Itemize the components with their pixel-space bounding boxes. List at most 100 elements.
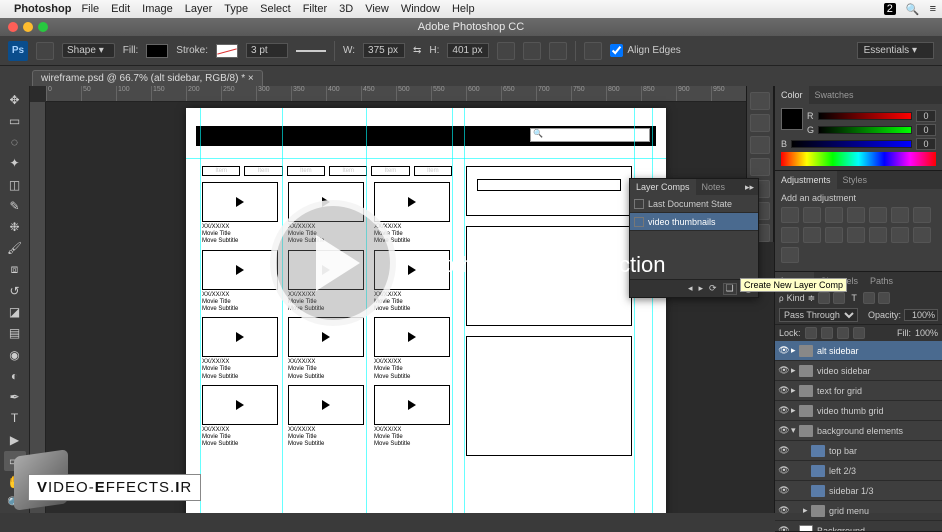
- move-tool-icon[interactable]: ✥: [4, 90, 26, 109]
- menu-3d[interactable]: 3D: [339, 3, 353, 15]
- lasso-tool-icon[interactable]: ◌: [4, 133, 26, 152]
- layer-row[interactable]: 👁top bar: [775, 441, 942, 461]
- fill-field[interactable]: 100%: [915, 328, 938, 338]
- selective-color-icon[interactable]: [781, 247, 799, 263]
- lock-transparency-icon[interactable]: [805, 327, 817, 339]
- blend-mode-select[interactable]: Pass Through: [779, 308, 858, 322]
- photo-filter-icon[interactable]: [781, 227, 799, 243]
- ruler-horizontal[interactable]: 0501001502002503003504004505005506006507…: [46, 86, 774, 102]
- tab-paths[interactable]: Paths: [864, 272, 899, 290]
- tab-layer-comps[interactable]: Layer Comps: [630, 179, 696, 195]
- type-tool-icon[interactable]: T: [4, 409, 26, 428]
- visibility-icon[interactable]: 👁: [777, 405, 791, 416]
- tab-notes[interactable]: Notes: [696, 179, 732, 195]
- disclosure-icon[interactable]: ▾: [791, 425, 799, 436]
- pen-tool-icon[interactable]: ✒: [4, 388, 26, 407]
- menu-list-icon[interactable]: ≡: [930, 3, 936, 15]
- tab-styles[interactable]: Styles: [837, 171, 874, 189]
- lock-pixels-icon[interactable]: [821, 327, 833, 339]
- disclosure-icon[interactable]: ▸: [791, 345, 799, 356]
- stamp-tool-icon[interactable]: ⧈: [4, 260, 26, 279]
- threshold-icon[interactable]: [891, 227, 909, 243]
- visibility-icon[interactable]: 👁: [777, 345, 791, 356]
- layers-list[interactable]: 👁▸alt sidebar👁▸video sidebar👁▸text for g…: [775, 341, 942, 531]
- gradient-tool-icon[interactable]: ▤: [4, 324, 26, 343]
- guide[interactable]: [186, 158, 666, 159]
- filter-pixel-icon[interactable]: [818, 292, 830, 304]
- g-value[interactable]: 0: [916, 124, 936, 136]
- invert-icon[interactable]: [847, 227, 865, 243]
- disclosure-icon[interactable]: ▸: [791, 365, 799, 376]
- levels-icon[interactable]: [803, 207, 821, 223]
- bw-icon[interactable]: [913, 207, 931, 223]
- gradient-map-icon[interactable]: [913, 227, 931, 243]
- guide[interactable]: [366, 108, 367, 513]
- history-panel-icon[interactable]: [750, 92, 770, 110]
- tool-preset-icon[interactable]: [36, 42, 54, 60]
- channel-mixer-icon[interactable]: [803, 227, 821, 243]
- menu-filter[interactable]: Filter: [303, 3, 327, 15]
- brush-tool-icon[interactable]: 🖌: [4, 239, 26, 258]
- b-slider[interactable]: [791, 140, 912, 148]
- stroke-swatch[interactable]: [216, 44, 238, 58]
- r-slider[interactable]: [818, 112, 913, 120]
- filter-type-icon[interactable]: T: [848, 293, 860, 303]
- collapse-icon[interactable]: ▸▸: [741, 182, 758, 193]
- align-edges-checkbox[interactable]: [610, 44, 623, 57]
- crop-tool-icon[interactable]: ◫: [4, 175, 26, 194]
- shape-mode-select[interactable]: Shape ▾: [62, 43, 115, 58]
- path-align-icon[interactable]: [523, 42, 541, 60]
- search-icon[interactable]: 🔍: [906, 3, 920, 16]
- ruler-vertical[interactable]: [30, 102, 46, 513]
- layer-comp-last-state[interactable]: Last Document State: [630, 195, 758, 213]
- filter-adjust-icon[interactable]: [833, 292, 845, 304]
- stroke-style-icon[interactable]: [296, 50, 326, 52]
- layer-row[interactable]: 👁▾background elements: [775, 421, 942, 441]
- tab-adjustments[interactable]: Adjustments: [775, 171, 837, 189]
- guide[interactable]: [452, 108, 453, 513]
- color-spectrum[interactable]: [781, 152, 936, 166]
- visibility-icon[interactable]: 👁: [777, 365, 791, 376]
- document-tab[interactable]: wireframe.psd @ 66.7% (alt sidebar, RGB/…: [32, 70, 263, 86]
- history-brush-tool-icon[interactable]: ↺: [4, 281, 26, 300]
- exposure-icon[interactable]: [847, 207, 865, 223]
- guide[interactable]: [200, 108, 201, 513]
- tab-swatches[interactable]: Swatches: [809, 86, 860, 104]
- visibility-icon[interactable]: 👁: [777, 485, 791, 496]
- workspace-switcher[interactable]: Essentials ▾: [857, 42, 934, 59]
- visibility-icon[interactable]: 👁: [777, 445, 791, 456]
- layer-row[interactable]: 👁▸video sidebar: [775, 361, 942, 381]
- layer-row[interactable]: 👁▸text for grid: [775, 381, 942, 401]
- width-field[interactable]: 375 px: [363, 43, 405, 58]
- hue-icon[interactable]: [891, 207, 909, 223]
- lock-position-icon[interactable]: [837, 327, 849, 339]
- layer-row[interactable]: 👁▸grid menu: [775, 501, 942, 521]
- foreground-color-swatch[interactable]: [781, 108, 803, 130]
- visibility-icon[interactable]: 👁: [777, 505, 791, 516]
- fill-swatch[interactable]: [146, 44, 168, 58]
- stroke-width-field[interactable]: 3 pt: [246, 43, 288, 58]
- g-slider[interactable]: [818, 126, 912, 134]
- menu-select[interactable]: Select: [260, 3, 291, 15]
- character-panel-icon[interactable]: [750, 158, 770, 176]
- gear-icon[interactable]: [584, 42, 602, 60]
- b-value[interactable]: 0: [916, 138, 936, 150]
- layer-row[interactable]: 👁Background: [775, 521, 942, 531]
- guide[interactable]: [652, 108, 653, 513]
- filter-smart-icon[interactable]: [878, 292, 890, 304]
- guide[interactable]: [634, 108, 635, 513]
- properties-panel-icon[interactable]: [750, 136, 770, 154]
- disclosure-icon[interactable]: ▸: [791, 405, 799, 416]
- disclosure-icon[interactable]: ▸: [803, 505, 811, 516]
- menu-window[interactable]: Window: [401, 3, 440, 15]
- height-field[interactable]: 401 px: [447, 43, 489, 58]
- new-layer-comp-button[interactable]: ❏: [723, 283, 737, 295]
- color-lookup-icon[interactable]: [825, 227, 843, 243]
- apply-icon[interactable]: [634, 217, 644, 227]
- guide[interactable]: [464, 108, 465, 513]
- layer-comp-item[interactable]: video thumbnails: [630, 213, 758, 231]
- posterize-icon[interactable]: [869, 227, 887, 243]
- blur-tool-icon[interactable]: ◉: [4, 345, 26, 364]
- visibility-icon[interactable]: 👁: [777, 425, 791, 436]
- prev-comp-icon[interactable]: ◂: [688, 283, 693, 294]
